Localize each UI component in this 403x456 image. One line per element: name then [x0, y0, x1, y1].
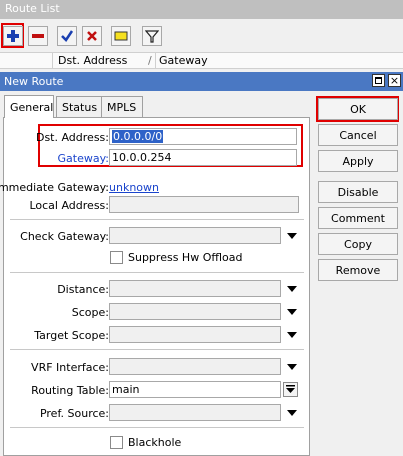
close-button[interactable]: ×	[388, 74, 401, 87]
vrf-interface-row: VRF Interface:	[4, 358, 311, 378]
tab-mpls[interactable]: MPLS	[101, 96, 143, 118]
filter-button[interactable]	[142, 26, 162, 46]
divider	[10, 349, 304, 350]
column-dst-address[interactable]: Dst. Address	[58, 54, 127, 67]
immediate-gateway-row: Immediate Gateway: unknown	[0, 178, 311, 198]
comment-button[interactable]: Comment	[318, 207, 398, 229]
local-address-label: Local Address:	[29, 199, 109, 212]
copy-button[interactable]: Copy	[318, 233, 398, 255]
routing-table-label: Routing Table:	[31, 384, 109, 397]
local-address-input[interactable]	[109, 196, 299, 213]
disable-icon	[87, 31, 97, 41]
distance-dropdown-icon[interactable]	[287, 286, 297, 292]
disable-button[interactable]	[82, 26, 102, 46]
target-scope-input[interactable]	[109, 326, 281, 343]
distance-label: Distance:	[57, 283, 109, 296]
maximize-icon	[375, 77, 382, 84]
remove-button[interactable]	[28, 26, 48, 46]
scope-row: Scope:	[4, 303, 311, 323]
column-sort-indicator: /	[148, 54, 152, 67]
vrf-interface-dropdown-icon[interactable]	[287, 364, 297, 370]
target-scope-label: Target Scope:	[34, 329, 109, 342]
pref-source-input[interactable]	[109, 404, 281, 421]
filter-icon	[145, 30, 159, 43]
comment-icon	[114, 31, 128, 41]
target-scope-dropdown-icon[interactable]	[287, 332, 297, 338]
scope-dropdown-icon[interactable]	[287, 309, 297, 315]
comment-button[interactable]	[111, 26, 131, 46]
gateway-input[interactable]: 10.0.0.254	[109, 149, 297, 166]
ok-button[interactable]: OK	[318, 98, 398, 120]
pref-source-label: Pref. Source:	[39, 407, 109, 420]
divider	[10, 272, 304, 273]
check-gateway-select[interactable]	[109, 227, 281, 244]
blackhole-label[interactable]: Blackhole	[128, 436, 181, 449]
immediate-gateway-label: Immediate Gateway:	[0, 181, 109, 194]
dst-address-input[interactable]: 0.0.0.0/0	[109, 128, 297, 145]
scope-input[interactable]	[109, 303, 281, 320]
gateway-label[interactable]: Gateway:	[58, 152, 110, 165]
target-scope-row: Target Scope:	[4, 326, 311, 346]
routing-table-row: Routing Table: main	[4, 381, 311, 401]
route-list-title: Route List	[0, 0, 403, 19]
divider	[10, 219, 304, 220]
check-gateway-label: Check Gateway:	[20, 230, 109, 243]
new-route-titlebar[interactable]: New Route ×	[0, 72, 403, 91]
maximize-button[interactable]	[372, 74, 385, 87]
vrf-interface-label: VRF Interface:	[31, 361, 109, 374]
route-list-toolbar	[0, 19, 403, 52]
general-panel: Dst. Address: 0.0.0.0/0 Gateway: 10.0.0.…	[0, 117, 311, 456]
remove-button[interactable]: Remove	[318, 259, 398, 281]
pref-source-row: Pref. Source:	[4, 404, 311, 424]
tab-general[interactable]: General	[4, 95, 54, 118]
suppress-hw-offload-checkbox[interactable]	[110, 251, 123, 264]
local-address-row: Local Address:	[4, 196, 311, 216]
window-title: New Route	[4, 75, 64, 88]
apply-button[interactable]: Apply	[318, 150, 398, 172]
add-button[interactable]	[3, 26, 23, 46]
dst-address-value: 0.0.0.0/0	[112, 130, 164, 143]
suppress-hw-offload-label[interactable]: Suppress Hw Offload	[128, 251, 242, 264]
scope-label: Scope:	[71, 306, 109, 319]
add-icon	[7, 30, 19, 42]
dst-address-row: Dst. Address: 0.0.0.0/0	[4, 128, 311, 148]
close-icon: ×	[389, 74, 400, 87]
column-gateway[interactable]: Gateway	[159, 54, 208, 67]
blackhole-checkbox[interactable]	[110, 436, 123, 449]
enable-icon	[61, 30, 74, 42]
check-gateway-row: Check Gateway:	[4, 227, 311, 247]
disable-button[interactable]: Disable	[318, 181, 398, 203]
gateway-row: Gateway: 10.0.0.254	[4, 149, 311, 169]
routing-table-select[interactable]: main	[109, 381, 281, 398]
routing-table-dropdown-button[interactable]	[283, 382, 298, 397]
chevron-down-icon	[286, 385, 295, 393]
check-gateway-dropdown-icon[interactable]	[287, 233, 297, 239]
cancel-button[interactable]: Cancel	[318, 124, 398, 146]
dst-address-label: Dst. Address:	[35, 131, 109, 144]
distance-input[interactable]	[109, 280, 281, 297]
pref-source-dropdown-icon[interactable]	[287, 410, 297, 416]
distance-row: Distance:	[4, 280, 311, 300]
enable-button[interactable]	[57, 26, 77, 46]
tab-status[interactable]: Status	[56, 96, 102, 118]
remove-icon	[32, 34, 44, 38]
route-list-header: Dst. Address / Gateway	[0, 52, 403, 69]
vrf-interface-select[interactable]	[109, 358, 281, 375]
immediate-gateway-link[interactable]: unknown	[109, 181, 159, 194]
divider	[10, 427, 304, 428]
